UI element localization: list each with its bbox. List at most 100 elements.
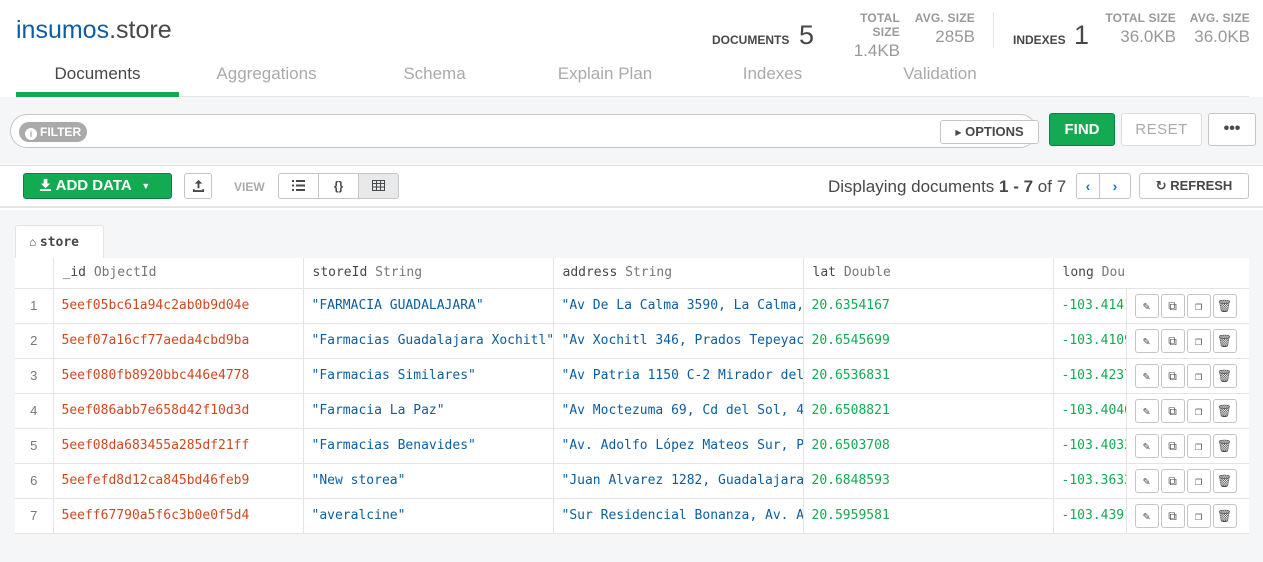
edit-document-button[interactable]: ✎ bbox=[1134, 293, 1159, 318]
cell-id[interactable]: 5eeff67790a5f6c3b0e0f5d4 bbox=[53, 498, 304, 534]
column-header-long[interactable]: long Dou bbox=[1053, 258, 1249, 289]
cell-address[interactable]: "Av Xochitl 346, Prados Tepeyac bbox=[553, 323, 804, 359]
clone-document-button[interactable]: ❐ bbox=[1186, 503, 1211, 528]
clone-document-button[interactable]: ❐ bbox=[1186, 328, 1211, 353]
more-options-button[interactable]: ••• bbox=[1208, 113, 1256, 146]
cell-address[interactable]: "Av. Adolfo López Mateos Sur, P bbox=[553, 428, 804, 464]
table-view-button[interactable] bbox=[358, 173, 399, 199]
cell-lat[interactable]: 20.6545699 bbox=[803, 323, 1054, 359]
home-icon: ⌂ bbox=[29, 235, 37, 249]
cell-address[interactable]: "Juan Alvarez 1282, Guadalajara bbox=[553, 463, 804, 499]
copy-document-button[interactable]: ⧉ bbox=[1160, 433, 1185, 458]
cell-id[interactable]: 5eefefd8d12ca845bd46feb9 bbox=[53, 463, 304, 499]
edit-document-button[interactable]: ✎ bbox=[1134, 433, 1159, 458]
copy-document-button[interactable]: ⧉ bbox=[1160, 293, 1185, 318]
table-row[interactable]: 3 5eef080fb8920bbc446e4778 "Farmacias Simi… bbox=[15, 358, 1249, 394]
filter-input[interactable] bbox=[101, 119, 931, 143]
table-row[interactable]: 1 5eef05bc61a94c2ab0b9d04e "FARMACIA GUADA… bbox=[15, 288, 1249, 324]
delete-document-button[interactable]: 🗑 bbox=[1212, 398, 1237, 423]
options-button[interactable]: ▶ OPTIONS bbox=[940, 120, 1039, 144]
cell-long[interactable]: -103.4391 bbox=[1053, 498, 1127, 534]
tab-indexes[interactable]: Indexes bbox=[695, 58, 850, 97]
edit-document-button[interactable]: ✎ bbox=[1134, 398, 1159, 423]
copy-document-button[interactable]: ⧉ bbox=[1160, 363, 1185, 388]
cell-storeid[interactable]: "FARMACIA GUADALAJARA" bbox=[303, 288, 554, 324]
clone-document-button[interactable]: ❐ bbox=[1186, 363, 1211, 388]
copy-document-button[interactable]: ⧉ bbox=[1160, 398, 1185, 423]
clone-document-button[interactable]: ❐ bbox=[1186, 433, 1211, 458]
cell-address[interactable]: "Av Patria 1150 C-2 Mirador del bbox=[553, 358, 804, 394]
collection-breadcrumb-tab[interactable]: ⌂ store bbox=[15, 225, 104, 258]
display-total: 7 bbox=[1056, 177, 1067, 196]
copy-document-button[interactable]: ⧉ bbox=[1160, 503, 1185, 528]
column-header-id[interactable]: _id ObjectId bbox=[53, 258, 304, 289]
upload-icon bbox=[192, 179, 204, 192]
cell-lat[interactable]: 20.5959581 bbox=[803, 498, 1054, 534]
tab-documents[interactable]: Documents bbox=[16, 58, 179, 97]
cell-storeid[interactable]: "Farmacias Similares" bbox=[303, 358, 554, 394]
cell-storeid[interactable]: "Farmacias Benavides" bbox=[303, 428, 554, 464]
cell-address[interactable]: "Av De La Calma 3590, La Calma, bbox=[553, 288, 804, 324]
table-row[interactable]: 4 5eef086abb7e658d42f10d3d "Farmacia La Pa… bbox=[15, 393, 1249, 429]
cell-long[interactable]: -103.4109 bbox=[1053, 323, 1127, 359]
edit-document-button[interactable]: ✎ bbox=[1134, 363, 1159, 388]
edit-document-button[interactable]: ✎ bbox=[1134, 328, 1159, 353]
column-header-storeid[interactable]: storeId String bbox=[303, 258, 554, 289]
delete-document-button[interactable]: 🗑 bbox=[1212, 328, 1237, 353]
cell-lat[interactable]: 20.6354167 bbox=[803, 288, 1054, 324]
reset-button[interactable]: RESET bbox=[1121, 113, 1202, 146]
cell-long[interactable]: -103.4141 bbox=[1053, 288, 1127, 324]
cell-id[interactable]: 5eef08da683455a285df21ff bbox=[53, 428, 304, 464]
table-row[interactable]: 5 5eef08da683455a285df21ff "Farmacias Bena… bbox=[15, 428, 1249, 464]
delete-document-button[interactable]: 🗑 bbox=[1212, 433, 1237, 458]
cell-address[interactable]: "Av Moctezuma 69, Cd del Sol, 4 bbox=[553, 393, 804, 429]
list-view-button[interactable] bbox=[278, 173, 319, 199]
json-view-button[interactable]: {} bbox=[318, 173, 359, 199]
cell-id[interactable]: 5eef05bc61a94c2ab0b9d04e bbox=[53, 288, 304, 324]
cell-id[interactable]: 5eef07a16cf77aeda4cbd9ba bbox=[53, 323, 304, 359]
tab-aggregations[interactable]: Aggregations bbox=[179, 58, 354, 97]
export-button[interactable] bbox=[184, 173, 212, 199]
cell-long[interactable]: -103.4237 bbox=[1053, 358, 1127, 394]
edit-document-button[interactable]: ✎ bbox=[1134, 503, 1159, 528]
cell-lat[interactable]: 20.6503708 bbox=[803, 428, 1054, 464]
cell-storeid[interactable]: "averalcine" bbox=[303, 498, 554, 534]
prev-page-button[interactable]: ‹ bbox=[1076, 173, 1100, 199]
clone-document-button[interactable]: ❐ bbox=[1186, 293, 1211, 318]
copy-document-button[interactable]: ⧉ bbox=[1160, 328, 1185, 353]
cell-storeid[interactable]: "Farmacias Guadalajara Xochitl" bbox=[303, 323, 554, 359]
add-data-button[interactable]: ADD DATA ▼ bbox=[23, 173, 172, 199]
cell-id[interactable]: 5eef086abb7e658d42f10d3d bbox=[53, 393, 304, 429]
refresh-button[interactable]: ↻ REFRESH bbox=[1139, 173, 1249, 199]
trash-icon: 🗑 bbox=[1216, 403, 1233, 418]
column-header-lat[interactable]: lat Double bbox=[803, 258, 1054, 289]
cell-long[interactable]: -103.4046 bbox=[1053, 393, 1127, 429]
table-row[interactable]: 7 5eeff67790a5f6c3b0e0f5d4 "averalcine" "Su… bbox=[15, 498, 1249, 534]
cell-lat[interactable]: 20.6536831 bbox=[803, 358, 1054, 394]
delete-document-button[interactable]: 🗑 bbox=[1212, 503, 1237, 528]
table-row[interactable]: 6 5eefefd8d12ca845bd46feb9 "New storea" "Ju… bbox=[15, 463, 1249, 499]
clone-document-button[interactable]: ❐ bbox=[1186, 398, 1211, 423]
edit-document-button[interactable]: ✎ bbox=[1134, 468, 1159, 493]
filter-box[interactable]: i FILTER ▶ OPTIONS bbox=[10, 114, 1039, 148]
delete-document-button[interactable]: 🗑 bbox=[1212, 363, 1237, 388]
cell-lat[interactable]: 20.6848593 bbox=[803, 463, 1054, 499]
cell-storeid[interactable]: "New storea" bbox=[303, 463, 554, 499]
table-row[interactable]: 2 5eef07a16cf77aeda4cbd9ba "Farmacias Guad… bbox=[15, 323, 1249, 359]
tab-explain-plan[interactable]: Explain Plan bbox=[515, 58, 695, 97]
next-page-button[interactable]: › bbox=[1099, 173, 1131, 199]
copy-document-button[interactable]: ⧉ bbox=[1160, 468, 1185, 493]
column-header-address[interactable]: address String bbox=[553, 258, 804, 289]
cell-long[interactable]: -103.4032 bbox=[1053, 428, 1127, 464]
delete-document-button[interactable]: 🗑 bbox=[1212, 468, 1237, 493]
cell-long[interactable]: -103.3632 bbox=[1053, 463, 1127, 499]
cell-address[interactable]: "Sur Residencial Bonanza, Av. A bbox=[553, 498, 804, 534]
tab-schema[interactable]: Schema bbox=[354, 58, 515, 97]
clone-document-button[interactable]: ❐ bbox=[1186, 468, 1211, 493]
delete-document-button[interactable]: 🗑 bbox=[1212, 293, 1237, 318]
tab-validation[interactable]: Validation bbox=[850, 58, 1030, 97]
cell-lat[interactable]: 20.6508821 bbox=[803, 393, 1054, 429]
cell-storeid[interactable]: "Farmacia La Paz" bbox=[303, 393, 554, 429]
cell-id[interactable]: 5eef080fb8920bbc446e4778 bbox=[53, 358, 304, 394]
find-button[interactable]: FIND bbox=[1049, 113, 1115, 146]
